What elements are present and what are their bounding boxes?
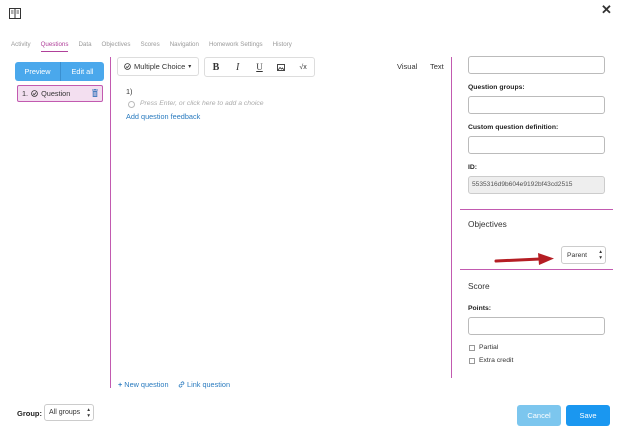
group-select[interactable]: All groups ▴ ▾ (44, 404, 94, 421)
caret-down-icon: ▾ (188, 64, 192, 70)
italic-button[interactable]: I (227, 58, 249, 76)
parent-select-value: Parent (567, 251, 588, 259)
check-circle-icon (31, 90, 38, 97)
question-number: 1. (22, 89, 29, 98)
id-label: ID: (468, 164, 478, 171)
cancel-button[interactable]: Cancel (517, 405, 561, 426)
question-list-item[interactable]: 1. Question (17, 85, 103, 102)
edit-all-button[interactable]: Edit all (61, 62, 104, 81)
format-toolbar: B I U √x (204, 57, 315, 77)
extra-credit-label: Extra credit (479, 357, 514, 364)
score-title: Score (468, 281, 490, 291)
question-groups-label: Question groups: (468, 84, 525, 91)
custom-definition-input[interactable] (468, 136, 605, 154)
visual-mode-tab[interactable]: Visual (397, 62, 417, 71)
points-input[interactable] (468, 317, 605, 335)
updown-caret-icon: ▴ ▾ (87, 407, 90, 419)
check-circle-icon (124, 63, 131, 70)
question-type-value: Multiple Choice (134, 62, 186, 71)
custom-definition-label: Custom question definition: (468, 124, 559, 131)
tab-homework-settings[interactable]: Homework Settings (209, 40, 263, 52)
group-label: Group: (17, 409, 42, 418)
question-groups-input[interactable] (468, 96, 605, 114)
extra-credit-checkbox[interactable] (469, 358, 475, 364)
book-icon (9, 8, 21, 19)
add-feedback-link[interactable]: Add question feedback (126, 112, 200, 121)
question-type-select[interactable]: Multiple Choice ▾ (117, 57, 199, 76)
partial-label: Partial (479, 344, 499, 351)
tab-history[interactable]: History (273, 40, 292, 52)
tab-activity[interactable]: Activity (11, 40, 31, 52)
preview-edit-group: Preview Edit all (15, 62, 104, 81)
text-mode-tab[interactable]: Text (430, 62, 444, 71)
tab-bar: Activity Questions Data Objectives Score… (11, 40, 302, 52)
tab-scores[interactable]: Scores (140, 40, 159, 52)
link-icon (178, 381, 185, 388)
new-question-label: New question (124, 380, 169, 389)
question-stem-number: 1) (126, 87, 133, 96)
add-choice-placeholder[interactable]: Press Enter, or click here to add a choi… (140, 100, 264, 107)
objectives-title: Objectives (468, 219, 507, 229)
link-question-link[interactable]: Link question (178, 380, 230, 389)
link-question-label: Link question (187, 380, 231, 389)
save-button[interactable]: Save (566, 405, 610, 426)
objectives-parent-select[interactable]: Parent ▴ ▾ (561, 246, 606, 264)
tab-objectives[interactable]: Objectives (102, 40, 131, 52)
sqrt-icon: √x (299, 63, 307, 71)
updown-caret-icon: ▴ ▾ (599, 249, 602, 261)
properties-top-input[interactable] (468, 56, 605, 74)
points-label: Points: (468, 305, 492, 312)
tab-navigation[interactable]: Navigation (170, 40, 199, 52)
trash-icon[interactable] (92, 89, 98, 97)
close-icon[interactable]: ✕ (601, 3, 612, 16)
preview-button[interactable]: Preview (15, 62, 60, 81)
image-icon (277, 63, 286, 71)
image-button[interactable] (270, 58, 292, 76)
properties-divider (451, 57, 452, 378)
plus-icon: + (118, 380, 123, 389)
bold-button[interactable]: B (205, 58, 227, 76)
sidebar-divider (110, 57, 111, 388)
new-question-link[interactable]: + New question (118, 380, 169, 389)
choice-radio (128, 101, 135, 108)
id-field: 5535316d9b604e9192bf43cd2515 (468, 176, 605, 194)
tab-questions[interactable]: Questions (40, 40, 69, 52)
underline-button[interactable]: U (249, 58, 271, 76)
group-select-value: All groups (49, 409, 81, 416)
formula-button[interactable]: √x (292, 58, 314, 76)
partial-checkbox[interactable] (469, 345, 475, 351)
objectives-divider (460, 209, 613, 210)
score-divider (460, 269, 613, 270)
question-label: Question (41, 89, 71, 98)
tab-data[interactable]: Data (78, 40, 91, 52)
annotation-arrow-icon (494, 253, 554, 265)
